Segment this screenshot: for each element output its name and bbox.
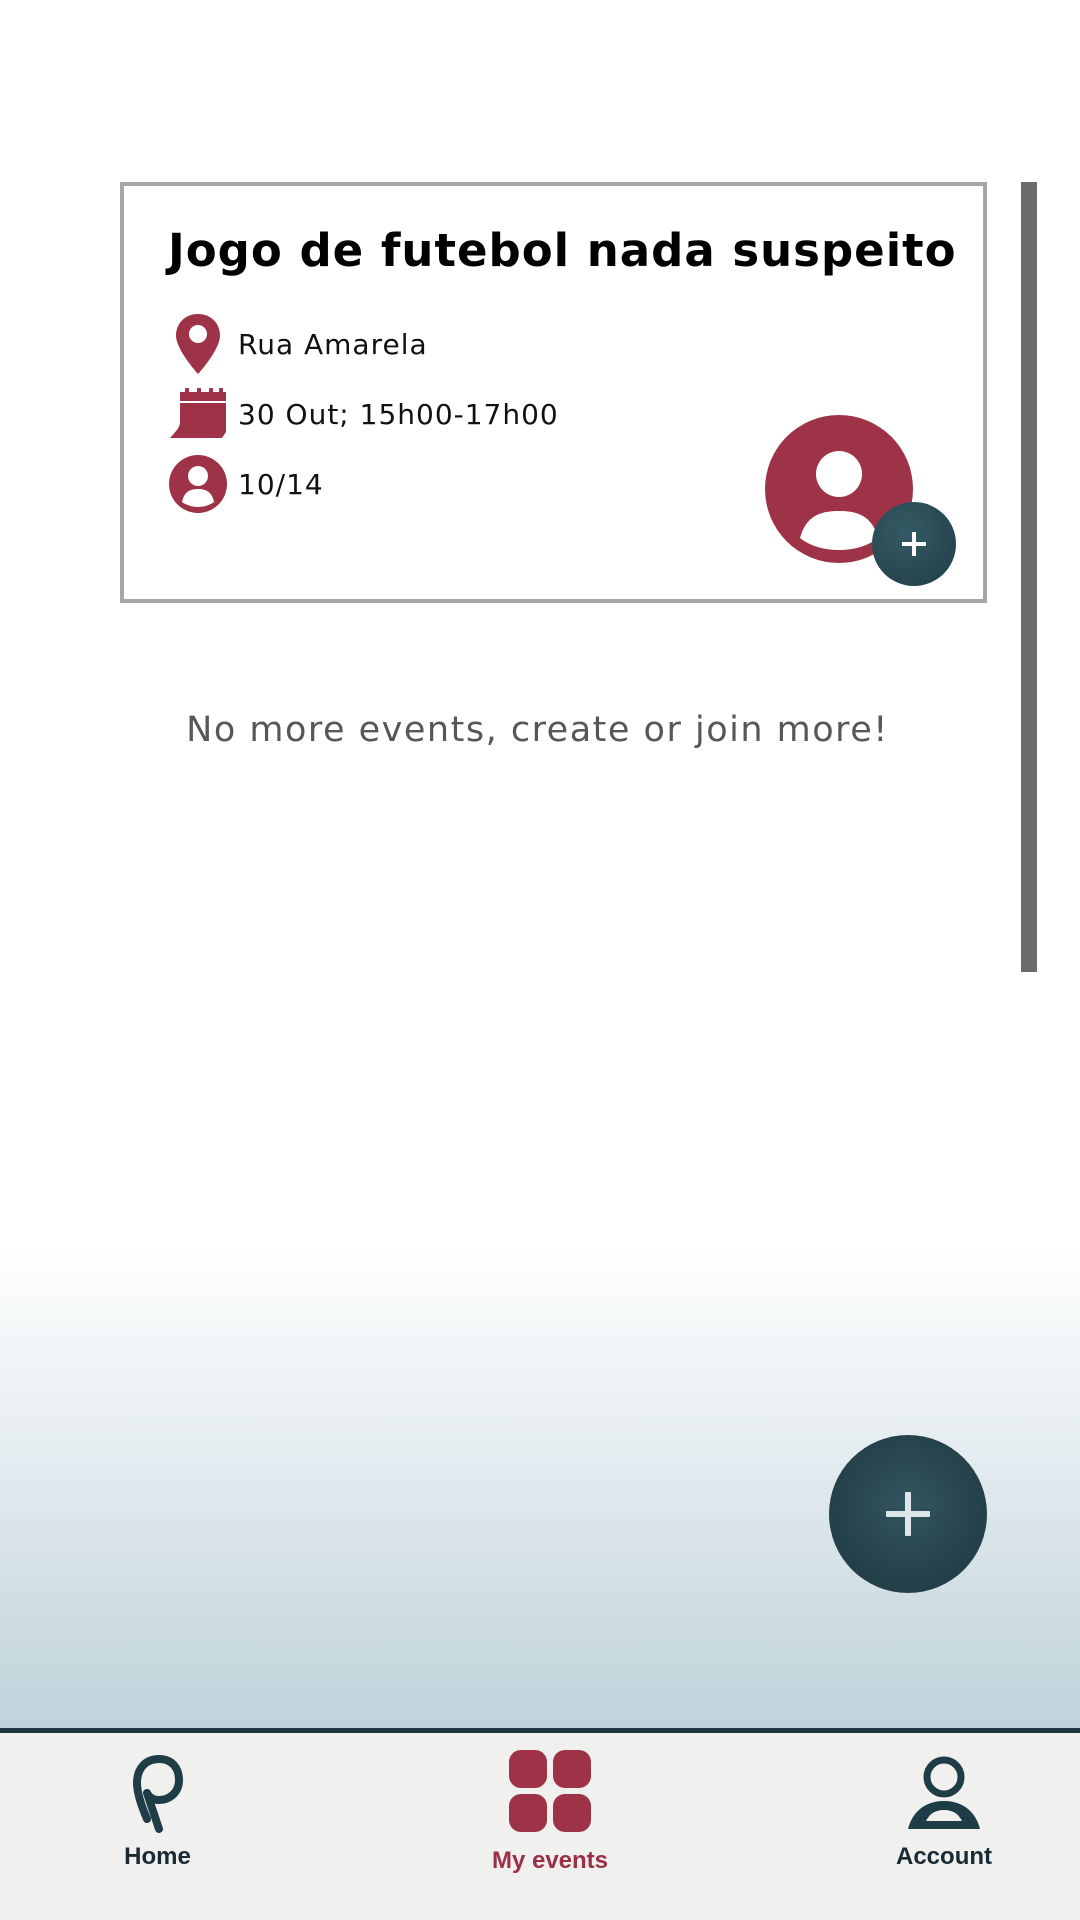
empty-events-message: No more events, create or join more! <box>186 710 889 750</box>
event-location: Rua Amarela <box>238 327 428 361</box>
create-event-button[interactable] <box>829 1435 987 1593</box>
event-participants: 10/14 <box>238 467 324 501</box>
event-datetime: 30 Out; 15h00-17h00 <box>238 397 559 431</box>
account-icon <box>908 1756 980 1829</box>
event-date-row: 30 Out; 15h00-17h00 <box>168 384 559 444</box>
person-icon <box>168 454 228 514</box>
scrollbar[interactable] <box>1021 182 1037 972</box>
nav-label-account: Account <box>896 1843 992 1870</box>
event-card[interactable]: Jogo de futebol nada suspeito Rua Amarel… <box>120 182 987 603</box>
grid-icon <box>509 1750 591 1832</box>
event-title: Jogo de futebol nada suspeito <box>168 224 957 277</box>
bottom-navigation: Home My events Account <box>0 1728 1080 1920</box>
nav-item-home[interactable]: Home <box>90 1733 225 1920</box>
event-location-row: Rua Amarela <box>168 314 428 374</box>
map-pin-icon <box>168 314 228 374</box>
plus-icon <box>902 532 926 556</box>
join-event-button[interactable] <box>764 414 956 586</box>
plus-icon <box>886 1492 930 1536</box>
event-participants-row: 10/14 <box>168 454 324 514</box>
home-logo-icon <box>132 1754 183 1833</box>
nav-item-my-events[interactable]: My events <box>470 1733 630 1920</box>
nav-label-home: Home <box>124 1843 191 1870</box>
calendar-icon <box>168 384 228 444</box>
nav-item-account[interactable]: Account <box>870 1733 1018 1920</box>
app-screen: Jogo de futebol nada suspeito Rua Amarel… <box>0 0 1080 1732</box>
nav-label-my-events: My events <box>491 1847 609 1874</box>
join-plus-badge <box>872 502 956 586</box>
